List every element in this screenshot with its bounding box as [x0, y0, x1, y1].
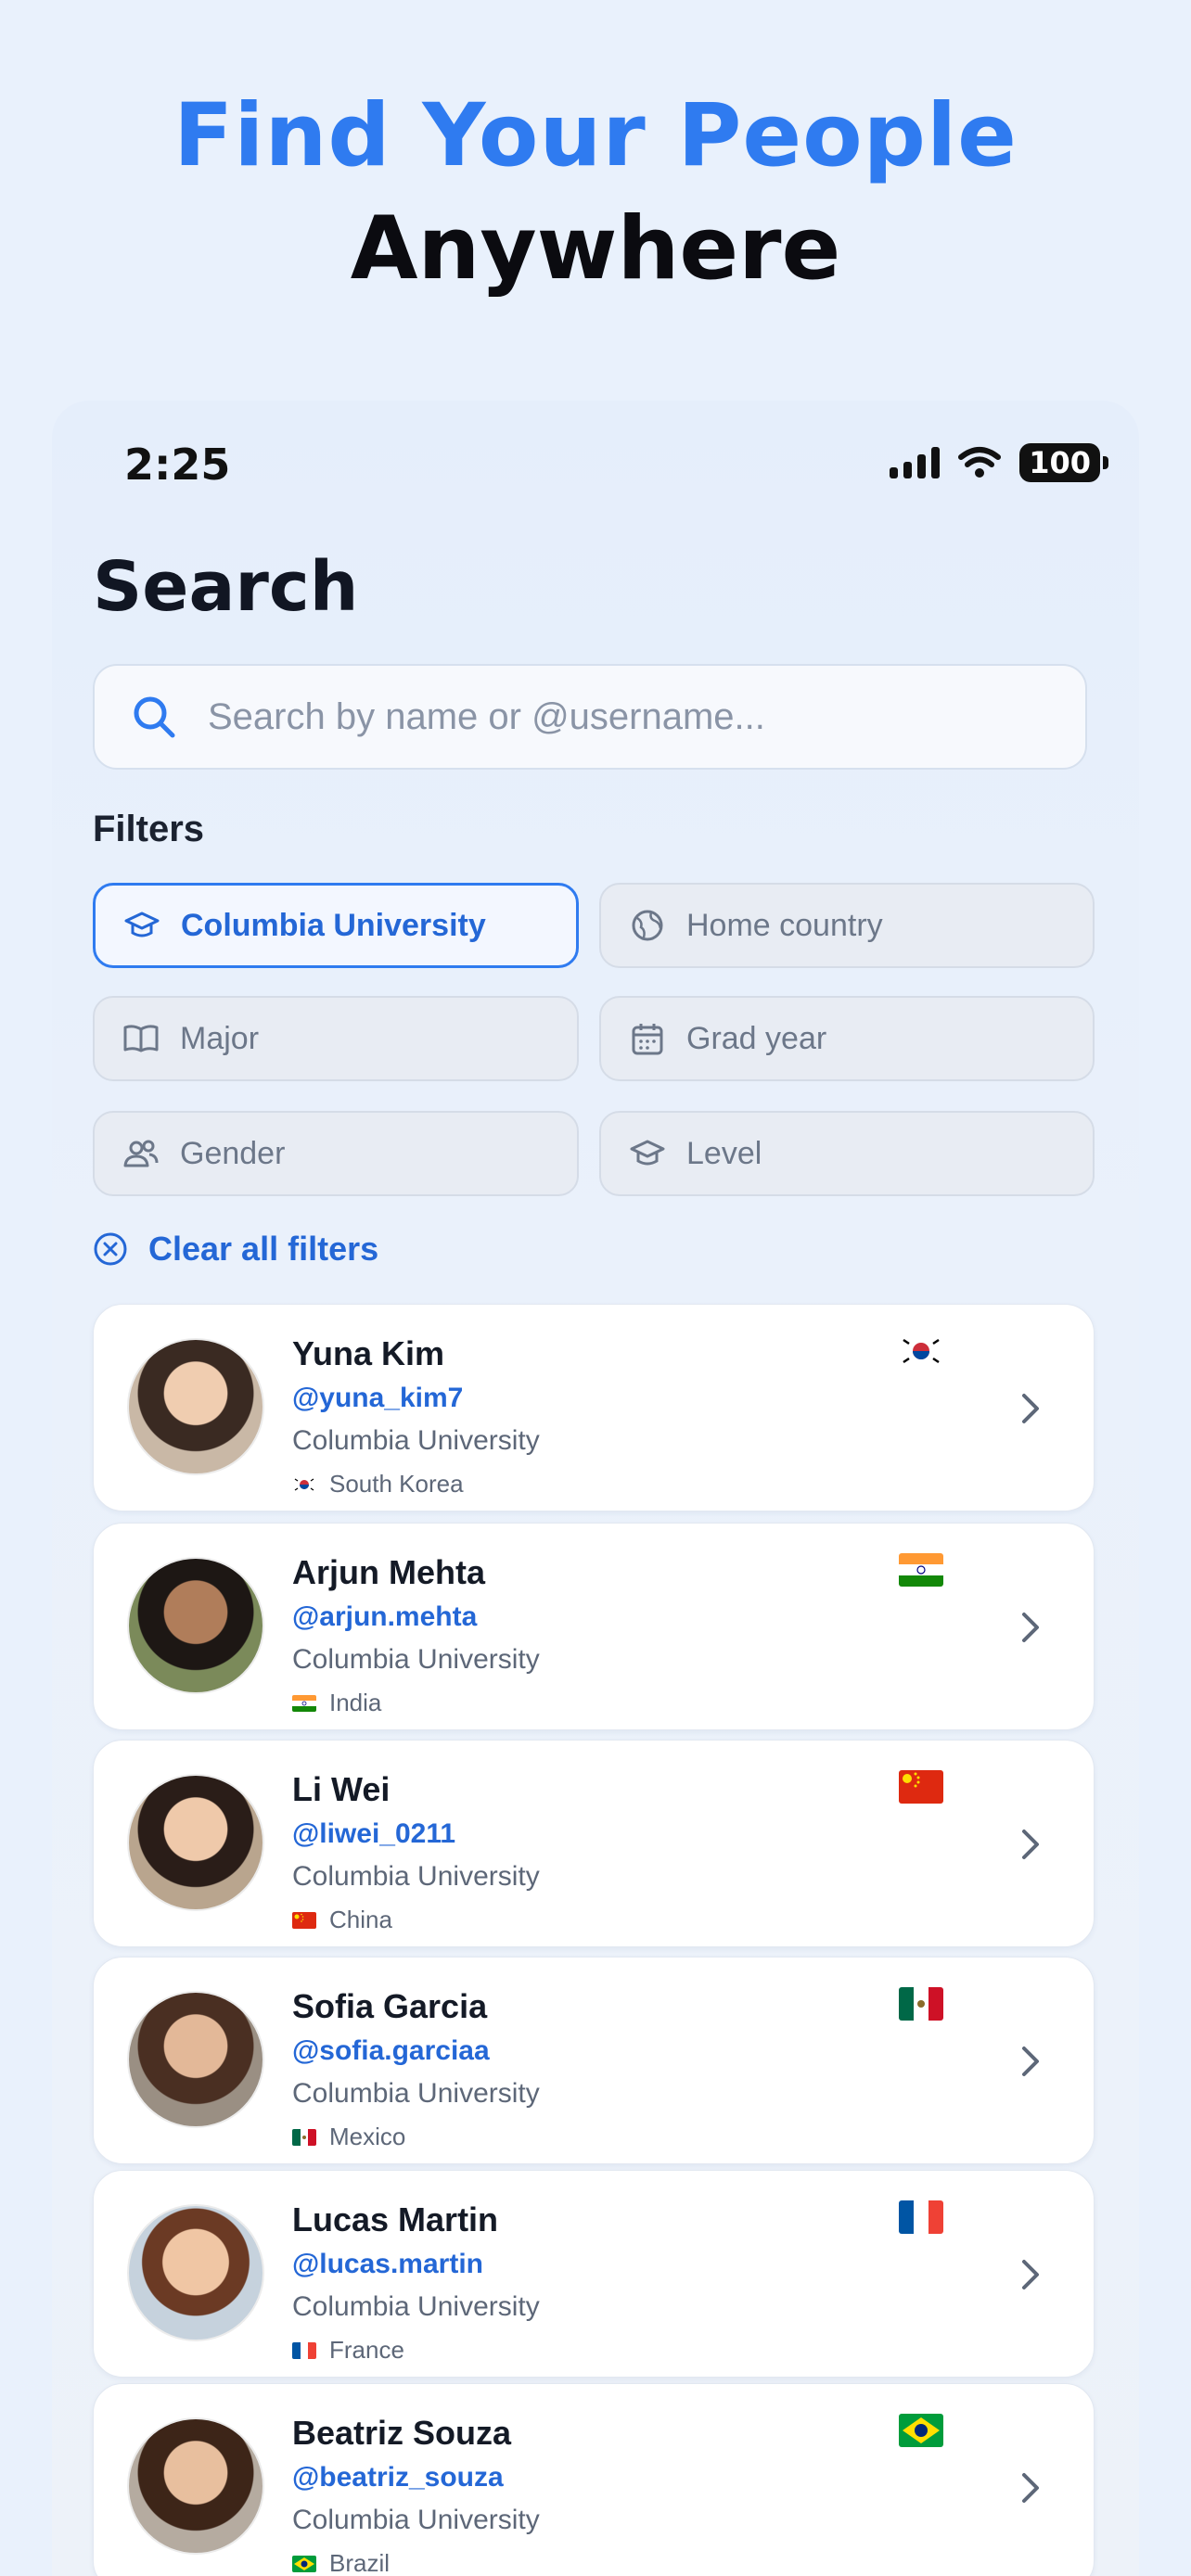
result-card-arjun-mehta[interactable]: Arjun Mehta @arjun.mehta Columbia Univer…	[93, 1523, 1095, 1730]
france-flag-icon	[292, 2341, 316, 2359]
graduation-cap-icon	[629, 1135, 666, 1172]
result-username: @beatriz_souza	[292, 2462, 504, 2493]
south-korea-flag-icon	[292, 1475, 316, 1493]
result-username: @arjun.mehta	[292, 1601, 478, 1632]
country-label: China	[329, 1906, 392, 1933]
filter-chip-label: Columbia University	[181, 907, 486, 943]
result-card-li-wei[interactable]: Li Wei @liwei_0211 Columbia University C…	[93, 1740, 1095, 1947]
mexico-flag-icon	[899, 1987, 943, 2021]
filters-heading: Filters	[93, 809, 205, 849]
filter-chip-grad-year[interactable]: Grad year	[599, 996, 1095, 1081]
result-country: China	[292, 1906, 392, 1934]
chevron-right-icon	[1022, 2047, 1039, 2076]
cellular-signal-icon	[890, 447, 941, 478]
filter-chip-label: Home country	[686, 907, 883, 943]
phone-screen: 2:25 100 Search Filters Columbia Univers…	[52, 401, 1139, 2576]
china-flag-icon	[899, 1770, 943, 1804]
graduation-cap-icon	[123, 907, 160, 944]
clear-filters-label: Clear all filters	[148, 1230, 379, 1268]
chevron-right-icon	[1022, 2260, 1039, 2289]
france-flag-icon	[899, 2200, 943, 2234]
country-label: Mexico	[329, 2123, 406, 2150]
result-name: Li Wei	[292, 1770, 391, 1808]
filter-chip-label: Level	[686, 1135, 762, 1171]
india-flag-icon	[292, 1694, 316, 1712]
calendar-icon	[629, 1020, 666, 1057]
result-card-beatriz-souza[interactable]: Beatriz Souza @beatriz_souza Columbia Un…	[93, 2383, 1095, 2576]
result-school: Columbia University	[292, 2078, 540, 2109]
result-card-yuna-kim[interactable]: Yuna Kim @yuna_kim7 Columbia University …	[93, 1304, 1095, 1511]
mexico-flag-icon	[292, 2128, 316, 2146]
country-label: South Korea	[329, 1470, 464, 1498]
book-icon	[122, 1020, 160, 1057]
close-circle-icon	[94, 1232, 127, 1266]
filter-chip-university[interactable]: Columbia University	[93, 883, 579, 968]
avatar	[127, 1557, 264, 1694]
result-school: Columbia University	[292, 2291, 540, 2322]
country-label: France	[329, 2336, 404, 2364]
result-school: Columbia University	[292, 1644, 540, 1675]
result-username: @lucas.martin	[292, 2249, 483, 2279]
clear-filters-button[interactable]: Clear all filters	[93, 1230, 378, 1269]
avatar	[127, 1991, 264, 2128]
result-card-sofia-garcia[interactable]: Sofia Garcia @sofia.garciaa Columbia Uni…	[93, 1957, 1095, 2164]
result-name: Beatriz Souza	[292, 2414, 512, 2452]
country-label: India	[329, 1689, 382, 1716]
status-icons: 100	[890, 443, 1108, 482]
globe-icon	[629, 907, 666, 944]
result-name: Lucas Martin	[292, 2200, 499, 2238]
result-username: @yuna_kim7	[292, 1383, 464, 1413]
filter-chip-label: Grad year	[686, 1020, 827, 1056]
search-input[interactable]	[206, 695, 1044, 739]
promo-headline-line2: Anywhere	[350, 198, 841, 300]
india-flag-icon	[899, 1553, 943, 1587]
wifi-icon	[958, 447, 1002, 478]
south-korea-flag-icon	[899, 1334, 943, 1368]
search-bar[interactable]	[93, 664, 1087, 770]
result-username: @sofia.garciaa	[292, 2035, 490, 2066]
status-time: 2:25	[124, 440, 231, 490]
chevron-right-icon	[1022, 1394, 1039, 1423]
users-icon	[122, 1135, 160, 1172]
country-label: Brazil	[329, 2549, 391, 2576]
china-flag-icon	[292, 1911, 316, 1929]
filter-chip-gender[interactable]: Gender	[93, 1111, 579, 1196]
chevron-right-icon	[1022, 1830, 1039, 1859]
result-country: Brazil	[292, 2549, 390, 2576]
chevron-right-icon	[1022, 1613, 1039, 1642]
search-icon	[134, 696, 175, 738]
avatar	[127, 1338, 264, 1475]
result-name: Yuna Kim	[292, 1334, 445, 1372]
result-school: Columbia University	[292, 2505, 540, 2535]
filter-chip-home-country[interactable]: Home country	[599, 883, 1095, 968]
result-country: South Korea	[292, 1470, 464, 1498]
filter-chip-label: Gender	[180, 1135, 286, 1171]
filter-chip-level[interactable]: Level	[599, 1111, 1095, 1196]
avatar	[127, 1774, 264, 1911]
filter-chip-label: Major	[180, 1020, 260, 1056]
brazil-flag-icon	[292, 2555, 316, 2572]
result-name: Arjun Mehta	[292, 1553, 486, 1591]
result-school: Columbia University	[292, 1861, 540, 1892]
battery-indicator: 100	[1019, 443, 1108, 482]
page-title: Search	[93, 547, 359, 627]
avatar	[127, 2204, 264, 2341]
result-name: Sofia Garcia	[292, 1987, 488, 2025]
avatar	[127, 2417, 264, 2555]
result-country: Mexico	[292, 2123, 405, 2151]
result-school: Columbia University	[292, 1425, 540, 1456]
result-card-lucas-martin[interactable]: Lucas Martin @lucas.martin Columbia Univ…	[93, 2170, 1095, 2378]
promo-headline-line1: Find Your People	[173, 85, 1018, 186]
result-username: @liwei_0211	[292, 1818, 456, 1849]
result-country: India	[292, 1689, 381, 1717]
brazil-flag-icon	[899, 2414, 943, 2447]
filter-chip-major[interactable]: Major	[93, 996, 579, 1081]
chevron-right-icon	[1022, 2473, 1039, 2503]
result-country: France	[292, 2336, 404, 2365]
